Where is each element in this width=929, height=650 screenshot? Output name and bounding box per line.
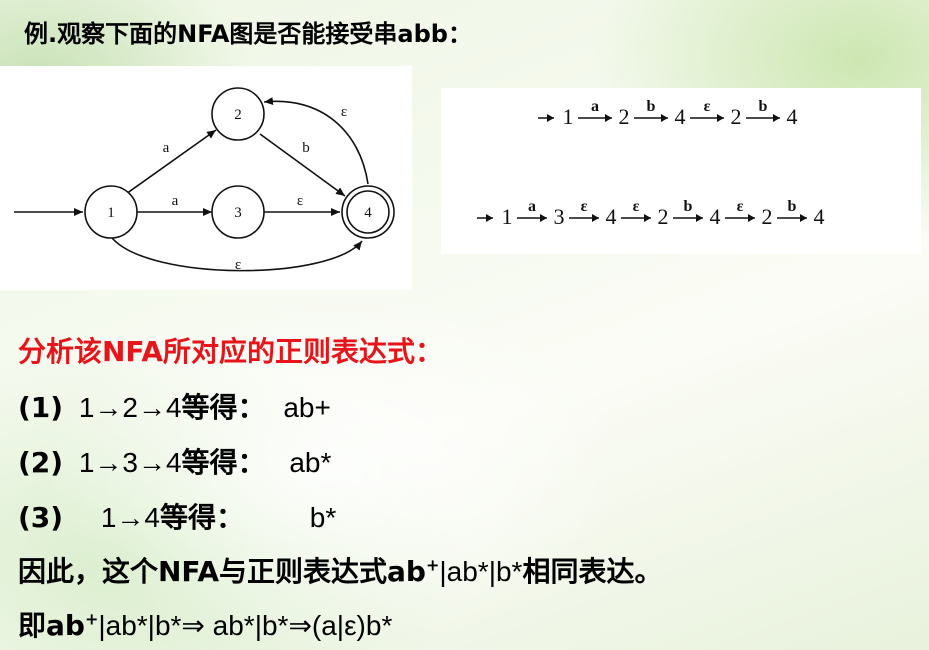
path-row-2: 1a3ε4ε2b4ε2b4 — [477, 198, 825, 229]
path-state: 4 — [710, 204, 721, 229]
path-symbol: a — [591, 98, 599, 115]
conclusion-prefix: 因此，这个NFA与正则表达式ab — [18, 555, 426, 588]
derivation-rest: |ab*|b*⇒ ab*|b*⇒(a|ε)b* — [98, 610, 393, 641]
edge-1-4-label: ε — [235, 257, 241, 273]
case-path: 1→4 — [100, 502, 160, 533]
path-state: 4 — [606, 204, 617, 229]
path-state: 4 — [787, 104, 798, 129]
case-path: 1→2→4 — [78, 392, 182, 423]
edge-4-2 — [263, 97, 369, 185]
path-state: 3 — [554, 204, 565, 229]
case-label: (2) — [18, 446, 64, 479]
state-1-label: 1 — [107, 205, 115, 221]
derivation-line: 即ab+|ab*|b*⇒ ab*|b*⇒(a|ε)b* — [18, 604, 392, 644]
path-symbol: ε — [737, 198, 744, 215]
path-state: 4 — [814, 204, 825, 229]
analysis-heading: 分析该NFA所对应的正则表达式： — [18, 335, 444, 368]
edge-2-4-label: b — [302, 140, 310, 156]
path-symbol: b — [788, 198, 797, 215]
sup-plus: + — [84, 609, 99, 629]
path-symbol: ε — [633, 198, 640, 215]
case-result: ab+ — [283, 392, 331, 423]
path-symbol: ε — [581, 198, 588, 215]
path-state: 4 — [675, 104, 686, 129]
path-symbol: b — [684, 198, 693, 215]
case-suffix: 等得： — [181, 446, 266, 479]
path-state: 2 — [619, 104, 630, 129]
accepting-paths: 1a2b4ε2b4 1a3ε4ε2b4ε2b4 — [441, 88, 921, 254]
path-state: 2 — [731, 104, 742, 129]
sup-plus: + — [425, 555, 440, 575]
case-label: (1) — [18, 391, 64, 424]
edge-1-2-label: a — [163, 140, 170, 156]
edge-4-2-label: ε — [341, 104, 347, 120]
case-1: (1) 1→2→4等得： ab+ — [18, 386, 331, 426]
case-3: (3) 1→4等得： b* — [18, 496, 336, 536]
case-result: ab* — [289, 447, 332, 478]
edge-1-2 — [125, 129, 217, 195]
state-4-label: 4 — [364, 205, 372, 221]
path-symbol: a — [528, 198, 536, 215]
slide-title: 例.观察下面的NFA图是否能接受串abb： — [24, 20, 472, 48]
case-2: (2) 1→3→4等得： ab* — [18, 441, 331, 481]
nfa-diagram: 1 2 3 4 a a b ε ε ε — [0, 66, 412, 290]
case-suffix: 等得： — [181, 391, 266, 424]
path-state: 1 — [502, 204, 513, 229]
path-state: 2 — [658, 204, 669, 229]
conclusion-line: 因此，这个NFA与正则表达式ab+|ab*|b*相同表达。 — [18, 550, 662, 590]
case-result: b* — [309, 502, 337, 533]
case-path: 1→3→4 — [78, 447, 182, 478]
state-2-label: 2 — [234, 107, 242, 123]
edge-1-3-label: a — [172, 193, 179, 209]
path-symbol: ε — [704, 98, 711, 115]
path-state: 1 — [563, 104, 574, 129]
conclusion-expr: |ab*|b* — [439, 556, 523, 587]
path-row-1: 1a2b4ε2b4 — [538, 98, 798, 129]
case-label: (3) — [18, 501, 64, 534]
state-3-label: 3 — [234, 205, 242, 221]
path-symbol: b — [647, 98, 656, 115]
case-suffix: 等得： — [159, 501, 244, 534]
conclusion-suffix: 相同表达。 — [522, 555, 663, 588]
path-state: 2 — [762, 204, 773, 229]
edge-3-4-label: ε — [297, 193, 303, 209]
path-symbol: b — [759, 98, 768, 115]
derivation-prefix: 即ab — [18, 609, 85, 642]
